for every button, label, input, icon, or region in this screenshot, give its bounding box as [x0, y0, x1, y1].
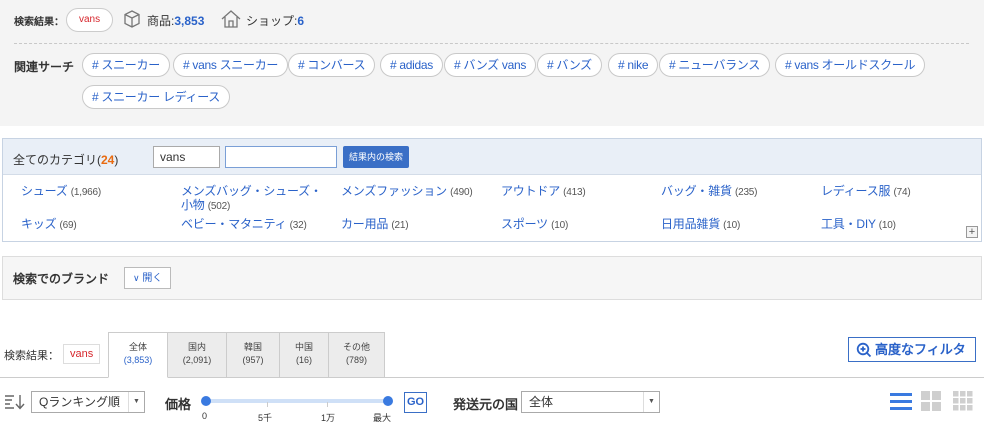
tab-count: (789)	[345, 355, 367, 365]
products-stat: 商品:3,853	[147, 12, 204, 29]
category-item[interactable]: バッグ・雑貨 (235)	[661, 184, 758, 200]
open-brands-label: 開く	[142, 273, 163, 284]
price-tick-label: 0	[202, 411, 208, 421]
sort-select[interactable]: Qランキング順 ▼	[31, 391, 145, 413]
price-max-handle[interactable]	[383, 396, 393, 406]
box-icon	[122, 9, 142, 32]
price-go-button[interactable]: GO	[404, 392, 427, 413]
tab-korea[interactable]: 韓国 (957)	[226, 332, 280, 377]
all-categories-label[interactable]: 全てのカテゴリ(24)	[13, 151, 118, 168]
related-search-label: 関連サーチ	[14, 60, 75, 74]
category-panel: 全てのカテゴリ(24) vans 結果内の検索 シューズ (1,966) メンズ…	[2, 138, 982, 242]
dropdown-arrow-icon: ▼	[643, 392, 659, 412]
search-within-results-button[interactable]: 結果内の検索	[343, 146, 410, 168]
category-item[interactable]: メンズファッション (490)	[341, 184, 473, 200]
advanced-filter-button[interactable]: 高度なフィルタ	[848, 337, 976, 362]
products-count[interactable]: 3,853	[174, 14, 204, 28]
shops-label: ショップ:	[246, 14, 298, 28]
related-chip[interactable]: # バンズ	[537, 53, 602, 77]
related-chip[interactable]: # スニーカー	[82, 53, 170, 77]
tab-count: (957)	[242, 355, 264, 365]
tab-china[interactable]: 中国 (16)	[279, 332, 329, 377]
price-tick-mark	[327, 402, 328, 407]
search-summary-panel: 検索結果： vans 商品:3,853 ショップ:6 関連サーチ # スニーカー…	[0, 0, 984, 126]
search-keyword-field[interactable]: vans	[153, 146, 220, 168]
results-keyword: vans	[63, 344, 101, 364]
brand-label: 検索でのブランド	[13, 272, 110, 286]
price-tick-label: 1万	[321, 413, 336, 423]
related-chip[interactable]: # vans オールドスクール	[775, 53, 926, 77]
results-label: 検索結果：	[4, 350, 59, 362]
all-categories-close: )	[114, 153, 119, 167]
category-item[interactable]: カー用品 (21)	[341, 217, 409, 233]
tab-label: 中国	[294, 342, 313, 352]
category-item[interactable]: アウトドア (413)	[501, 184, 586, 200]
tab-domestic[interactable]: 国内 (2,091)	[167, 332, 227, 377]
shop-house-icon	[220, 9, 242, 32]
chevron-down-icon: ∨	[133, 273, 140, 283]
category-item[interactable]: 日用品雑貨 (10)	[661, 217, 740, 233]
price-tick-label: 5千	[258, 413, 273, 423]
tab-other[interactable]: その他 (789)	[328, 332, 385, 377]
ship-from-country-label: 発送元の国	[453, 397, 519, 412]
category-count: 24	[101, 153, 115, 167]
price-tick-label: 最大	[373, 413, 392, 423]
products-label: 商品:	[147, 14, 175, 28]
category-item[interactable]: メンズバッグ・シューズ・小物 (502)	[181, 184, 331, 214]
shops-stat: ショップ:6	[246, 12, 304, 29]
search-result-label: 検索結果：	[14, 17, 64, 28]
related-chip[interactable]: # コンバース	[288, 53, 376, 77]
country-select-value: 全体	[529, 395, 554, 409]
related-chip[interactable]: # adidas	[380, 53, 443, 77]
sort-order-icon[interactable]	[4, 394, 26, 413]
tab-label: 国内	[187, 342, 206, 352]
expand-categories-button[interactable]: +	[966, 226, 978, 238]
category-item[interactable]: レディース服 (74)	[821, 184, 911, 200]
category-item[interactable]: 工具・DIY (10)	[821, 217, 896, 233]
related-chip[interactable]: # nike	[608, 53, 659, 77]
dense-grid-view-icon[interactable]	[953, 391, 974, 414]
tab-all[interactable]: 全体 (3,853)	[108, 332, 168, 378]
refine-search-input[interactable]	[225, 146, 337, 168]
search-keyword-pill[interactable]: vans	[66, 8, 114, 32]
tab-label: その他	[342, 342, 370, 352]
zoom-plus-icon	[856, 342, 872, 365]
category-item[interactable]: キッズ (69)	[21, 217, 77, 233]
category-item[interactable]: ベビー・マタニティ (32)	[181, 217, 307, 233]
related-chip[interactable]: # スニーカー レディース	[82, 85, 231, 109]
category-item[interactable]: シューズ (1,966)	[21, 184, 101, 200]
tab-count: (16)	[295, 355, 312, 365]
category-header: 全てのカテゴリ(24) vans 結果内の検索	[3, 139, 981, 175]
shops-count[interactable]: 6	[297, 14, 304, 28]
related-chip[interactable]: # vans スニーカー	[173, 53, 289, 77]
tab-label: 韓国	[243, 342, 262, 352]
divider	[14, 43, 969, 44]
country-select[interactable]: 全体 ▼	[521, 391, 660, 413]
related-chip[interactable]: # ニューバランス	[659, 53, 770, 77]
brand-panel: 検索でのブランド ∨ 開く	[2, 256, 982, 300]
tab-label: 全体	[128, 342, 147, 352]
related-chip[interactable]: # バンズ vans	[444, 53, 537, 77]
open-brands-button[interactable]: ∨ 開く	[124, 267, 172, 289]
price-min-handle[interactable]	[201, 396, 211, 406]
advanced-filter-label: 高度なフィルタ	[875, 342, 966, 357]
dropdown-arrow-icon: ▼	[128, 392, 144, 412]
price-label: 価格	[165, 397, 192, 412]
grid-view-icon[interactable]	[921, 391, 942, 414]
category-item[interactable]: スポーツ (10)	[501, 217, 568, 233]
price-tick-mark	[267, 402, 268, 407]
tab-count: (3,853)	[123, 355, 153, 365]
all-categories-text: 全てのカテゴリ(	[13, 153, 101, 167]
sort-select-value: Qランキング順	[39, 395, 120, 409]
list-view-icon[interactable]	[890, 391, 912, 414]
tab-count: (2,091)	[182, 355, 212, 365]
price-slider-track[interactable]	[206, 399, 388, 403]
